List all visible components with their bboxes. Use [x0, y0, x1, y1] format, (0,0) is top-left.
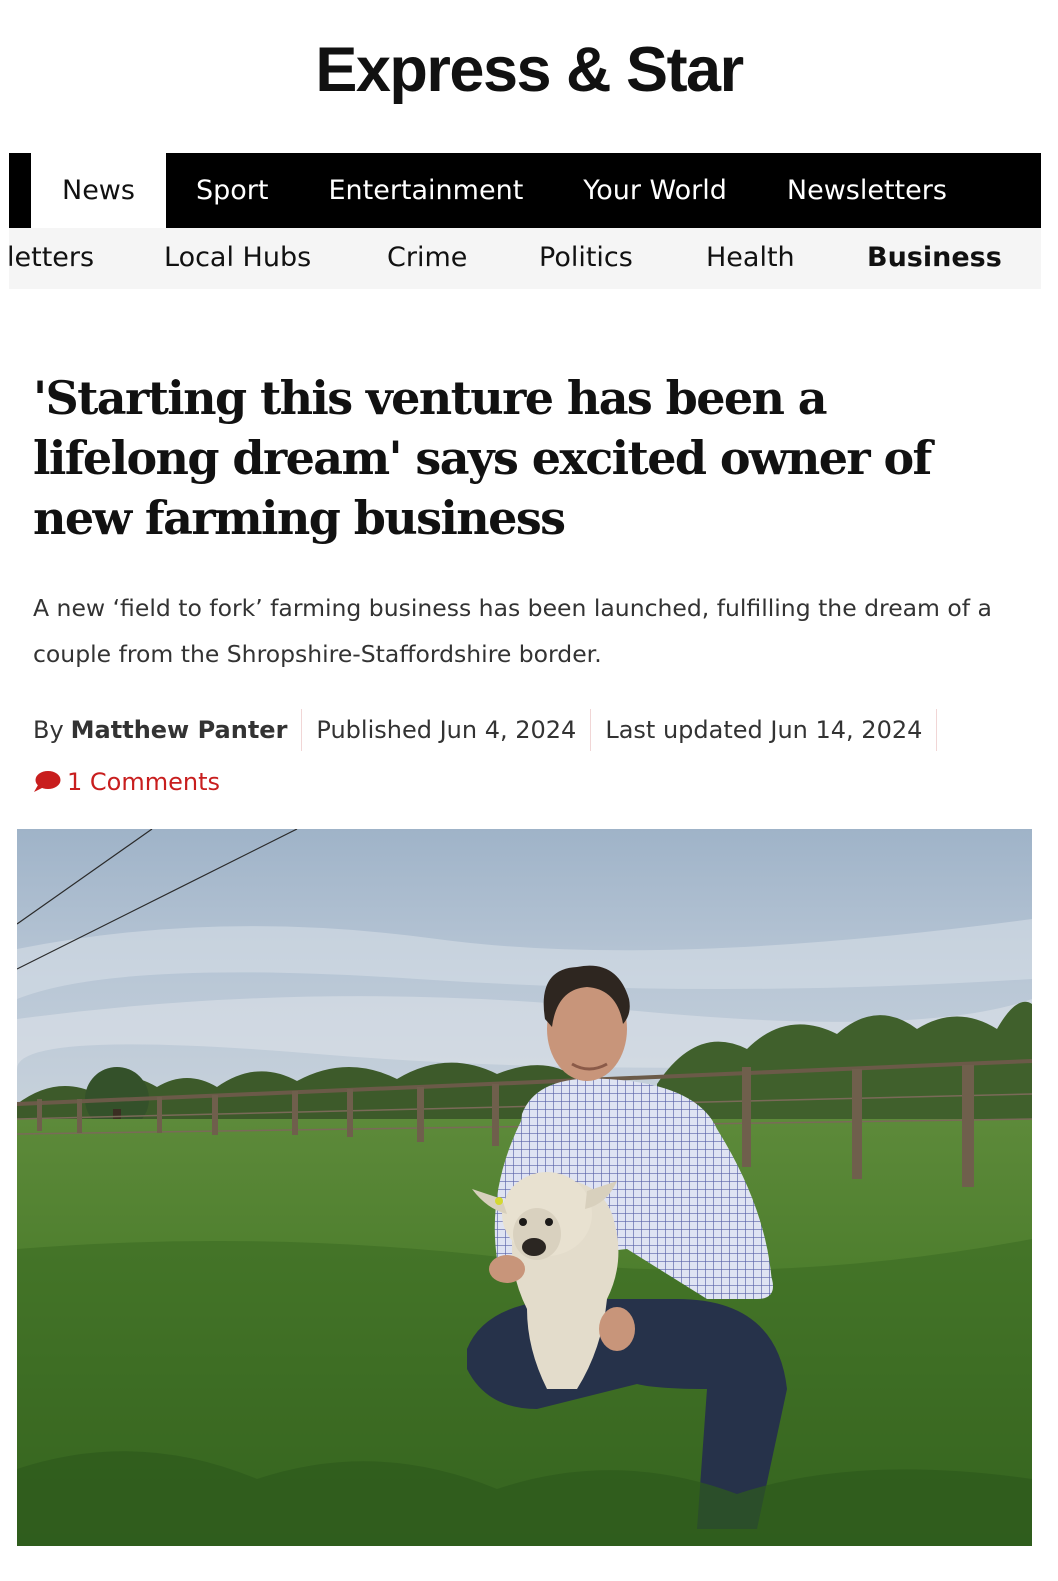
nav-item-newsletters[interactable]: Newsletters [757, 153, 977, 228]
comments-link[interactable]: 1 Comments [33, 764, 220, 800]
masthead: Express & Star [0, 0, 1058, 153]
published-date: Published Jun 4, 2024 [316, 716, 577, 744]
subnav-item-health[interactable]: Health [706, 242, 795, 273]
article-standfirst: A new ‘field to fork’ farming business h… [33, 594, 992, 668]
nav-item-entertainment[interactable]: Entertainment [298, 153, 553, 228]
site-logo[interactable]: Express & Star [0, 34, 1058, 106]
byline-prefix: By [33, 716, 64, 744]
secondary-nav: letters Local Hubs Crime Politics Health… [9, 228, 1041, 289]
nav-item-news[interactable]: News [31, 153, 166, 228]
subnav-item-politics[interactable]: Politics [539, 242, 633, 273]
updated-date: Last updated Jun 14, 2024 [605, 716, 923, 744]
nav-item-your-world[interactable]: Your World [553, 153, 757, 228]
byline-divider [590, 709, 592, 751]
author-link[interactable]: Matthew Panter [71, 716, 288, 744]
byline: By Matthew Panter Published Jun 4, 2024 … [33, 708, 951, 752]
subnav-item-crime[interactable]: Crime [387, 242, 467, 273]
byline-divider [936, 709, 938, 751]
nav-item-sport[interactable]: Sport [166, 153, 298, 228]
speech-bubble-icon [34, 771, 61, 792]
article-headline: 'Starting this venture has been a lifelo… [33, 371, 932, 545]
byline-divider [301, 709, 303, 751]
subnav-item-letters[interactable]: letters [9, 242, 94, 273]
farm-photo [17, 829, 1032, 1546]
primary-nav: News Sport Entertainment Your World News… [9, 153, 1041, 228]
nav-scroll-edge [9, 153, 31, 228]
comments-count: 1 Comments [67, 768, 220, 796]
subnav-item-business[interactable]: Business [867, 242, 1002, 273]
hero-image [17, 829, 1032, 1546]
subnav-item-local-hubs[interactable]: Local Hubs [164, 242, 311, 273]
